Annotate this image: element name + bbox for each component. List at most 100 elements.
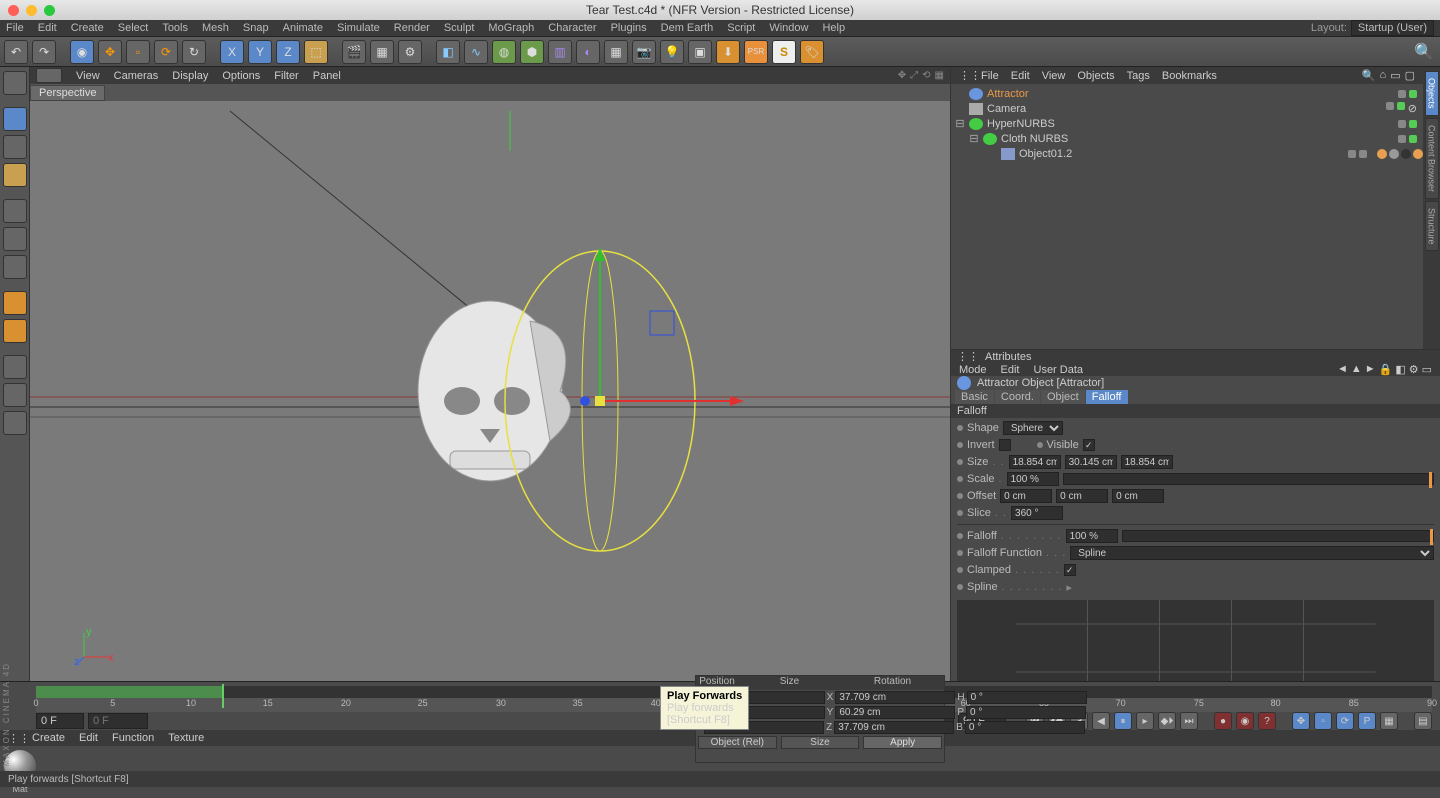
obj-menu-bookmarks[interactable]: Bookmarks (1162, 70, 1217, 82)
scale-tool[interactable]: ▫ (126, 40, 150, 64)
recent-tool[interactable]: ↻ (182, 40, 206, 64)
current-frame-field[interactable] (88, 713, 148, 729)
key-pos-button[interactable]: ✥ (1292, 712, 1310, 730)
offset-x-input[interactable] (1000, 489, 1052, 503)
size-y-input[interactable] (1065, 455, 1117, 469)
rot-b-input[interactable] (965, 721, 1085, 734)
size-x-input2[interactable] (835, 691, 955, 704)
axis-mode[interactable] (3, 291, 27, 315)
view-menu-options[interactable]: Options (222, 70, 260, 82)
view-menu-display[interactable]: Display (172, 70, 208, 82)
menu-tools[interactable]: Tools (162, 22, 188, 34)
camera-add[interactable]: 📷 (632, 40, 656, 64)
menu-edit[interactable]: Edit (38, 22, 57, 34)
model-mode[interactable] (3, 107, 27, 131)
obj-menu-edit[interactable]: Edit (1011, 70, 1030, 82)
step-forward-button[interactable]: ▸ (1136, 712, 1154, 730)
render-region[interactable]: ▦ (370, 40, 394, 64)
tree-label[interactable]: Camera (987, 103, 1382, 115)
texture-mode[interactable] (3, 135, 27, 159)
mat-menu-texture[interactable]: Texture (168, 732, 204, 744)
obj-menu-tags[interactable]: Tags (1127, 70, 1150, 82)
viewport-menu-icon[interactable] (36, 68, 62, 83)
menu-create[interactable]: Create (71, 22, 104, 34)
move-tool[interactable]: ✥ (98, 40, 122, 64)
zoom-icon[interactable]: ⤢ (910, 70, 918, 81)
tree-label[interactable]: Object01.2 (1019, 148, 1344, 160)
view-menu-cameras[interactable]: Cameras (114, 70, 159, 82)
view-menu-panel[interactable]: Panel (313, 70, 341, 82)
tree-row[interactable]: Object01.2 (951, 146, 1423, 161)
tag-icon[interactable]: 🏷 (800, 40, 824, 64)
func-select[interactable]: Spline (1070, 546, 1434, 560)
coord-system[interactable]: ⬚ (304, 40, 328, 64)
panel-grip-icon[interactable]: ⋮⋮ (959, 69, 969, 82)
menu-help[interactable]: Help (822, 22, 845, 34)
slice-input[interactable] (1011, 506, 1063, 520)
menu-simulate[interactable]: Simulate (337, 22, 380, 34)
menu-file[interactable]: File (6, 22, 24, 34)
rot-p-input[interactable] (966, 706, 1086, 719)
side-tab-objects[interactable]: Objects (1425, 71, 1439, 116)
nav-up-icon[interactable]: ▲ (1351, 363, 1362, 376)
axis-y-lock[interactable]: Y (248, 40, 272, 64)
mat-menu-create[interactable]: Create (32, 732, 65, 744)
tree-row[interactable]: ⊟ Cloth NURBS (951, 131, 1423, 146)
zoom-icon[interactable] (44, 5, 55, 16)
subdivision[interactable]: ⬢ (520, 40, 544, 64)
apply-button[interactable]: Apply (863, 736, 942, 749)
keyframe-sel-button[interactable]: ? (1258, 712, 1276, 730)
menu-character[interactable]: Character (548, 22, 596, 34)
key-rot-button[interactable]: ⟳ (1336, 712, 1354, 730)
attr-tab-basic[interactable]: Basic (955, 390, 994, 404)
array[interactable]: ▥ (548, 40, 572, 64)
key-param-button[interactable]: P (1358, 712, 1376, 730)
tweak-mode[interactable] (3, 319, 27, 343)
tree-label[interactable]: Attractor (987, 88, 1394, 100)
viewport-solo[interactable] (3, 355, 27, 379)
size-z-input2[interactable] (834, 721, 954, 734)
tree-row[interactable]: Camera ⊘ (951, 101, 1423, 116)
tag-icons[interactable] (1377, 149, 1423, 159)
orbit-icon[interactable]: ⟲ (922, 70, 930, 81)
menu-select[interactable]: Select (118, 22, 149, 34)
gear-icon[interactable]: ⚙ (1409, 363, 1419, 376)
cube-primitive[interactable]: ◧ (436, 40, 460, 64)
falloff-slider[interactable] (1122, 530, 1434, 542)
point-mode[interactable] (3, 199, 27, 223)
attr-tab-falloff[interactable]: Falloff (1086, 390, 1128, 404)
size-z-input[interactable] (1121, 455, 1173, 469)
menu-mesh[interactable]: Mesh (202, 22, 229, 34)
mat-menu-function[interactable]: Function (112, 732, 154, 744)
menu-animate[interactable]: Animate (283, 22, 323, 34)
snap-toggle[interactable] (3, 383, 27, 407)
select-tool[interactable]: ◉ (70, 40, 94, 64)
autokey-button[interactable]: ◉ (1236, 712, 1254, 730)
layout-selector[interactable]: Startup (User) (1351, 20, 1434, 36)
menu-plugins[interactable]: Plugins (611, 22, 647, 34)
attr-menu-mode[interactable]: Mode (959, 364, 987, 376)
attr-menu-edit[interactable]: Edit (1001, 364, 1020, 376)
close-panel-icon[interactable]: ▢ (1405, 69, 1415, 82)
size-y-input2[interactable] (835, 706, 955, 719)
new-icon[interactable]: ◧ (1395, 363, 1405, 376)
spline-primitive[interactable]: ∿ (464, 40, 488, 64)
scale-slider[interactable] (1063, 473, 1434, 485)
obj-menu-view[interactable]: View (1042, 70, 1066, 82)
lock-icon[interactable]: 🔒 (1379, 363, 1393, 376)
axis-z-lock[interactable]: Z (276, 40, 300, 64)
home-icon[interactable]: ⌂ (1380, 69, 1387, 82)
pan-icon[interactable]: ✥ (898, 70, 906, 81)
key-pla-button[interactable]: ▦ (1380, 712, 1398, 730)
workplane-mode[interactable] (3, 163, 27, 187)
expand-icon[interactable]: ⊟ (969, 132, 979, 145)
size-x-input[interactable] (1009, 455, 1061, 469)
search-icon[interactable]: 🔍 (1412, 40, 1436, 64)
menu-demearth[interactable]: Dem Earth (661, 22, 714, 34)
view-menu-filter[interactable]: Filter (274, 70, 298, 82)
object-tree[interactable]: Attractor Camera ⊘ ⊟ HyperNURBS ⊟ (951, 84, 1423, 349)
layout-icon[interactable]: ▦ (935, 70, 944, 81)
menu-window[interactable]: Window (769, 22, 808, 34)
spline-graph[interactable]: 0.8 0.4 0.2 0.4 0.6 0.8 1.0 (957, 600, 1434, 681)
panel-grip-icon[interactable]: ⋮⋮ (957, 350, 979, 363)
